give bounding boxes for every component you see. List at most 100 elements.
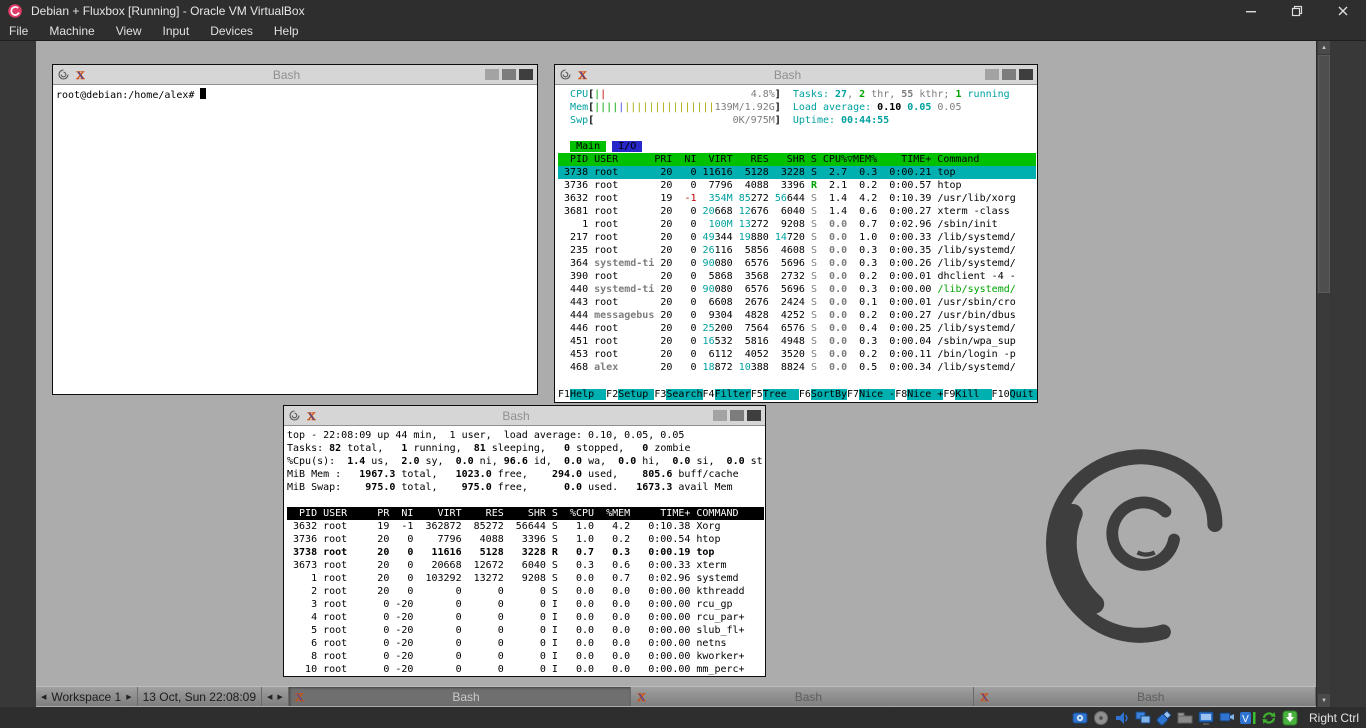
svg-text:X: X (980, 690, 989, 703)
htop-tabs: Main I/O (558, 140, 1036, 153)
recording-icon[interactable] (1219, 710, 1235, 726)
process-row[interactable]: 440 systemd-ti 20 0 90080 6576 5696 S 0.… (558, 283, 1036, 296)
menu-view[interactable]: View (116, 24, 142, 38)
display-icon[interactable] (1198, 710, 1214, 726)
fkey-f2-label[interactable]: Setup (618, 389, 654, 400)
scroll-up-icon[interactable]: ▲ (1318, 41, 1330, 54)
minimize-icon[interactable] (1228, 0, 1274, 22)
fkey-f5[interactable]: F5 (751, 389, 763, 400)
mouse-integration-icon[interactable] (1261, 710, 1277, 726)
close-button[interactable] (747, 410, 761, 421)
process-row[interactable]: 3681 root 20 0 20668 12676 6040 S 1.4 0.… (558, 205, 1036, 218)
process-row[interactable]: 444 messagebus 20 0 9304 4828 4252 S 0.0… (558, 309, 1036, 322)
process-row: 3632 root 19 -1 362872 85272 56644 S 1.0… (287, 520, 764, 533)
window-title: Bash (91, 68, 482, 82)
taskbar-window-button[interactable]: XBash (974, 687, 1316, 706)
shade-button[interactable] (985, 69, 999, 80)
fkey-f5-label[interactable]: Tree (763, 389, 799, 400)
workspace-label: Workspace 1 (51, 690, 121, 704)
taskbar-window-button[interactable]: XBash (289, 687, 631, 706)
iconify-button[interactable] (730, 410, 744, 421)
process-row[interactable]: 468 alex 20 0 18872 10388 8824 S 0.0 0.5… (558, 361, 1036, 374)
window-titlebar[interactable]: X Bash (284, 406, 765, 426)
iconify-button[interactable] (502, 69, 516, 80)
window-next-icon[interactable]: ▶ (277, 693, 282, 701)
fkey-f6[interactable]: F6 (799, 389, 811, 400)
process-row[interactable]: 451 root 20 0 16532 5816 4948 S 0.0 0.3 … (558, 335, 1036, 348)
workspace-next-icon[interactable]: ▶ (126, 693, 131, 701)
window-prev-icon[interactable]: ◀ (267, 693, 272, 701)
optical-drives-icon[interactable] (1093, 710, 1109, 726)
scrollbar-thumb[interactable] (1318, 55, 1330, 293)
fkey-f8[interactable]: F8 (895, 389, 907, 400)
virtualbox-vm-icon (7, 3, 23, 19)
htop-tab-main[interactable]: Main (570, 141, 606, 152)
workspace-switcher: ◀ Workspace 1 ▶ (36, 687, 138, 706)
fkey-f8-label[interactable]: Nice + (907, 389, 943, 400)
usb-icon[interactable] (1156, 710, 1172, 726)
menu-input[interactable]: Input (163, 24, 190, 38)
features-icon[interactable]: V (1240, 710, 1256, 726)
process-row[interactable]: 364 systemd-ti 20 0 90080 6576 5696 S 0.… (558, 257, 1036, 270)
top-content[interactable]: top - 22:08:09 up 44 min, 1 user, load a… (284, 426, 765, 676)
fkey-f10-label[interactable]: Quit (1010, 389, 1037, 400)
menu-file[interactable]: File (9, 24, 28, 38)
window-title: Bash (322, 409, 710, 423)
process-row[interactable]: 3632 root 19 -1 354M 85272 56644 S 1.4 4… (558, 192, 1036, 205)
menu-devices[interactable]: Devices (210, 24, 253, 38)
svg-text:X: X (578, 68, 587, 81)
menu-machine[interactable]: Machine (49, 24, 94, 38)
close-icon[interactable] (1320, 0, 1366, 22)
fkey-f9[interactable]: F9 (943, 389, 955, 400)
restore-icon[interactable] (1274, 0, 1320, 22)
close-button[interactable] (519, 69, 533, 80)
top-summary-line: Tasks: 82 total, 1 running, 81 sleeping,… (287, 442, 764, 455)
host-titlebar[interactable]: Debian + Fluxbox [Running] - Oracle VM V… (0, 0, 1366, 22)
taskbar-window-button[interactable]: XBash (631, 687, 973, 706)
htop-content[interactable]: CPU[|| 4.8%] Tasks: 27, 2 thr, 55 kthr; … (555, 85, 1037, 402)
network-icon[interactable] (1135, 710, 1151, 726)
close-button[interactable] (1019, 69, 1033, 80)
process-row[interactable]: 3738 root 20 0 11616 5128 3228 S 2.7 0.3… (558, 166, 1036, 179)
audio-icon[interactable] (1114, 710, 1130, 726)
fkey-f10[interactable]: F10 (992, 389, 1010, 400)
htop-table-header[interactable]: PID USER PRI NI VIRT RES SHR S CPU%▽MEM%… (558, 153, 1036, 166)
fkey-f6-label[interactable]: SortBy (811, 389, 847, 400)
shade-button[interactable] (485, 69, 499, 80)
vm-scrollbar[interactable]: ▲ ▼ (1316, 41, 1330, 707)
fkey-f9-label[interactable]: Kill (955, 389, 991, 400)
process-row[interactable]: 217 root 20 0 49344 19880 14720 S 0.0 1.… (558, 231, 1036, 244)
fkey-f2[interactable]: F2 (606, 389, 618, 400)
terminal-content[interactable]: root@debian:/home/alex# (53, 85, 537, 394)
htop-tab-io[interactable]: I/O (612, 141, 642, 152)
process-row[interactable]: 443 root 20 0 6608 2676 2424 S 0.0 0.1 0… (558, 296, 1036, 309)
htop-window: X Bash CPU[|| 4.8%] Tasks: 27, 2 thr, 55… (554, 64, 1038, 403)
workspace-prev-icon[interactable]: ◀ (41, 693, 46, 701)
fkey-f1-label[interactable]: Help (570, 389, 606, 400)
iconify-button[interactable] (1002, 69, 1016, 80)
scroll-down-icon[interactable]: ▼ (1318, 694, 1330, 707)
process-row[interactable]: 235 root 20 0 26116 5856 4608 S 0.0 0.3 … (558, 244, 1036, 257)
vm-desktop[interactable]: X Bash root@debian:/home/alex# X Bash (36, 41, 1316, 707)
keyboard-capture-icon[interactable] (1282, 710, 1298, 726)
fkey-f7-label[interactable]: Nice - (859, 389, 895, 400)
process-row[interactable]: 453 root 20 0 6112 4052 3520 S 0.0 0.2 0… (558, 348, 1036, 361)
shade-button[interactable] (713, 410, 727, 421)
shared-folders-icon[interactable] (1177, 710, 1193, 726)
clock-label: 13 Oct, Sun 22:08:09 (143, 690, 256, 704)
fkey-f3[interactable]: F3 (654, 389, 666, 400)
window-titlebar[interactable]: X Bash (555, 65, 1037, 85)
window-titlebar[interactable]: X Bash (53, 65, 537, 85)
process-row[interactable]: 446 root 20 0 25200 7564 6576 S 0.0 0.4 … (558, 322, 1036, 335)
fkey-f3-label[interactable]: Search (666, 389, 702, 400)
fkey-f7[interactable]: F7 (847, 389, 859, 400)
menu-help[interactable]: Help (274, 24, 299, 38)
process-row[interactable]: 390 root 20 0 5868 3568 2732 S 0.0 0.2 0… (558, 270, 1036, 283)
fkey-f4-label[interactable]: Filter (715, 389, 751, 400)
fkey-f1[interactable]: F1 (558, 389, 570, 400)
process-row[interactable]: 1 root 20 0 100M 13272 9208 S 0.0 0.7 0:… (558, 218, 1036, 231)
hard-disks-icon[interactable] (1072, 710, 1088, 726)
fkey-f4[interactable]: F4 (703, 389, 715, 400)
process-row[interactable]: 3736 root 20 0 7796 4088 3396 R 2.1 0.2 … (558, 179, 1036, 192)
xterm-icon: X (978, 690, 991, 703)
